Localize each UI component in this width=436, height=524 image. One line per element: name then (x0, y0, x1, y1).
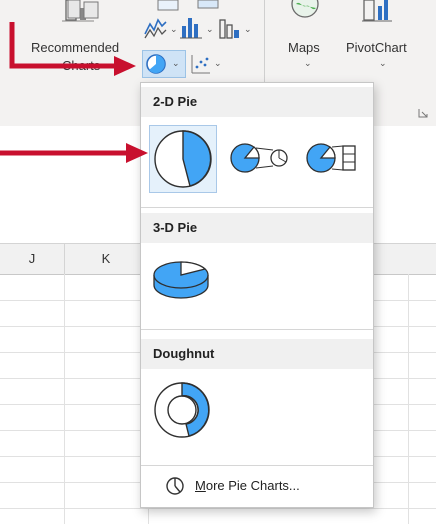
maps-dropdown-icon[interactable]: ⌄ (304, 58, 312, 69)
more-pie-charts-link[interactable]: More Pie Charts... (141, 465, 373, 506)
statistic-chart-dropdown-icon[interactable]: ⌄ (206, 24, 214, 35)
section-title-3d-pie: 3-D Pie (141, 213, 373, 243)
statistic-chart-icon[interactable] (180, 16, 204, 40)
bar-of-pie-option[interactable] (301, 133, 365, 183)
line-chart-icon[interactable] (144, 16, 168, 40)
column-header-j[interactable]: J (0, 244, 65, 274)
pie-of-pie-option[interactable] (227, 133, 291, 183)
pie-chart-dropdown-icon[interactable]: ⌄ (172, 58, 180, 69)
gridline (0, 508, 436, 509)
line-chart-dropdown-icon[interactable]: ⌄ (170, 24, 178, 35)
doughnut-option[interactable] (149, 377, 215, 443)
more-pie-charts-text: ore Pie Charts... (205, 478, 300, 493)
pie-option[interactable] (149, 125, 217, 193)
pivotchart-label[interactable]: PivotChart (346, 40, 407, 55)
pie-chart-icon[interactable] (145, 53, 167, 75)
bar-of-pie-icon (306, 143, 356, 173)
pie-chart-dropdown: 2-D Pie 3-D Pie Doughnut More Pie Charts… (140, 82, 374, 508)
waterfall-chart-icon[interactable] (218, 16, 242, 40)
pivotchart-dropdown-icon[interactable]: ⌄ (379, 58, 387, 69)
pie-icon (154, 130, 212, 188)
recommended-charts-label-line2[interactable]: Charts (62, 58, 100, 73)
maps-label[interactable]: Maps (288, 40, 320, 55)
more-pie-charts-accesskey: M (195, 478, 206, 493)
3d-pie-icon (153, 261, 209, 299)
hierarchy-chart-icon[interactable] (196, 0, 224, 14)
3d-pie-option[interactable] (151, 253, 211, 307)
section-title-2d-pie: 2-D Pie (141, 87, 373, 117)
section-divider (141, 207, 373, 208)
scatter-chart-dropdown-icon[interactable]: ⌄ (214, 58, 222, 69)
pivotchart-icon[interactable] (362, 0, 396, 24)
gridline (408, 274, 409, 524)
dialog-launcher-icon[interactable] (418, 108, 428, 118)
recommended-charts-icon[interactable] (66, 0, 102, 24)
pie-of-pie-icon (230, 143, 288, 173)
more-pie-charts-label[interactable]: More Pie Charts... (195, 478, 300, 493)
section-divider (141, 329, 373, 330)
doughnut-icon (154, 382, 210, 438)
column-header-k[interactable]: K (64, 244, 149, 274)
scatter-chart-icon[interactable] (190, 53, 212, 75)
recommended-charts-label[interactable]: Recommended (31, 40, 119, 55)
pie-outline-icon (166, 477, 184, 495)
gridline (64, 274, 65, 524)
bar-chart-icon[interactable] (156, 0, 184, 14)
waterfall-chart-dropdown-icon[interactable]: ⌄ (244, 24, 252, 35)
globe-icon[interactable] (288, 0, 322, 20)
section-title-doughnut: Doughnut (141, 339, 373, 369)
